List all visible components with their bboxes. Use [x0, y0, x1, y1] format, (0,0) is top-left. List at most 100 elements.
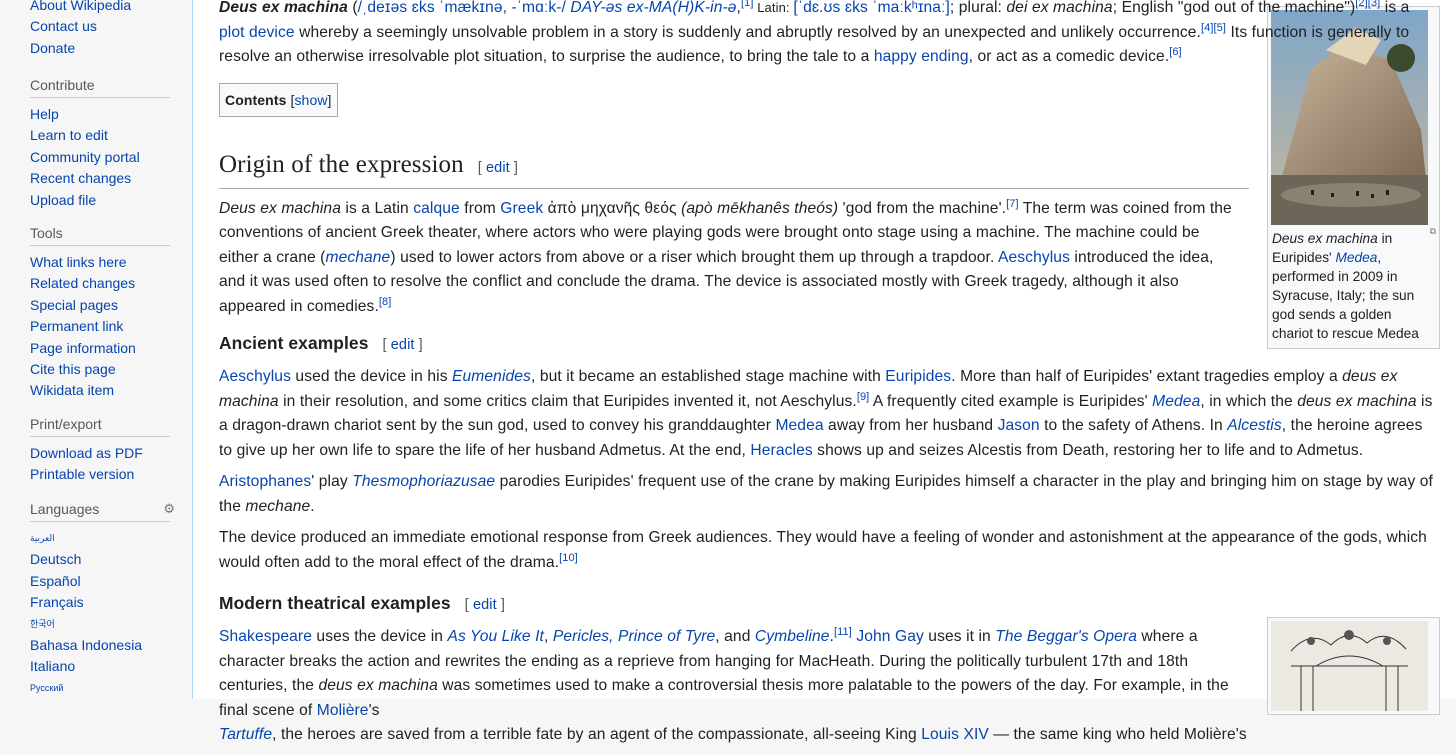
lang-francais[interactable]: Français — [30, 592, 170, 613]
edit-bracket: [ — [464, 597, 473, 613]
link-louis-xiv[interactable]: Louis XIV — [921, 726, 989, 743]
toc-show-toggle[interactable]: show — [294, 92, 327, 108]
tools-permanent-link[interactable]: Permanent link — [30, 316, 170, 337]
edit-link-origin[interactable]: edit — [486, 160, 510, 176]
ref-1[interactable]: [1] — [741, 0, 754, 9]
print-download-pdf[interactable]: Download as PDF — [30, 443, 170, 464]
link-cymbeline[interactable]: Cymbeline — [755, 628, 830, 645]
lang-russian[interactable]: Русский — [30, 678, 170, 699]
origin-text: 'god from the machine'. — [838, 199, 1007, 217]
ancient-text: . — [310, 497, 315, 515]
edit-link-ancient[interactable]: edit — [391, 337, 415, 353]
latin-label: Latin: — [753, 0, 794, 15]
link-aristophanes[interactable]: Aristophanes — [219, 473, 311, 490]
ref-10[interactable]: [10] — [559, 552, 578, 564]
link-happy-ending[interactable]: happy ending — [874, 48, 969, 65]
edit-bracket: ] — [496, 597, 505, 613]
origin-text: ) used to lower actors from above or a r… — [390, 248, 998, 266]
link-medea[interactable]: Medea — [775, 417, 823, 434]
lang-italiano[interactable]: Italiano — [30, 656, 170, 677]
ipa-latin-link[interactable]: [ˈdɛ.ʊs ɛks ˈmaːkʰɪnaː] — [793, 0, 950, 16]
print-portal: Print/export Download as PDF Printable v… — [30, 416, 170, 486]
print-heading: Print/export — [30, 416, 170, 437]
link-aeschylus-2[interactable]: Aeschylus — [219, 368, 291, 385]
lead-text: ; plural: — [949, 0, 1007, 16]
nav-donate[interactable]: Donate — [30, 38, 170, 59]
toc-title: Contents — [225, 91, 287, 108]
ref-5[interactable]: [5] — [1213, 22, 1226, 34]
tools-page-information[interactable]: Page information — [30, 338, 170, 359]
link-tartuffe[interactable]: Tartuffe — [219, 726, 272, 743]
ancient-text: , but it became an established stage mac… — [530, 368, 886, 385]
tools-related-changes[interactable]: Related changes — [30, 273, 170, 294]
lang-espanol[interactable]: Español — [30, 571, 170, 592]
link-shakespeare[interactable]: Shakespeare — [219, 628, 312, 645]
lang-arabic[interactable]: العربية — [30, 528, 170, 549]
link-mechane[interactable]: mechane — [325, 249, 390, 266]
tools-cite-this-page[interactable]: Cite this page — [30, 359, 170, 380]
ref-6[interactable]: [6] — [1169, 46, 1182, 58]
ancient-text: in their resolution, and some critics cl… — [278, 392, 857, 410]
gear-icon[interactable]: ⚙ — [163, 501, 175, 517]
ipa-english-link[interactable]: /ˌdeɪəs ɛks ˈmækɪnə, -ˈmɑːk-/ — [358, 0, 566, 16]
link-jason[interactable]: Jason — [998, 417, 1040, 434]
ref-11[interactable]: [11] — [834, 626, 852, 638]
origin-text: from — [459, 199, 501, 217]
respelling-link[interactable]: DAY-əs ex-MA(H)K-in-ə — [570, 0, 736, 16]
languages-portal: Languages ⚙ العربية Deutsch Español Fran… — [30, 501, 175, 699]
ancient-paragraph-2: Aristophanes' play Thesmophoriazusae par… — [219, 470, 1434, 519]
lang-korean[interactable]: 한국어 — [30, 614, 170, 635]
lead-paragraph: Deus ex machina (/ˌdeɪəs ɛks ˈmækɪnə, -ˈ… — [219, 0, 1434, 70]
link-medea-play[interactable]: Medea — [1152, 393, 1200, 410]
ancient-text: to the safety of Athens. In — [1039, 417, 1228, 434]
link-beggars-opera[interactable]: The Beggar's Opera — [995, 628, 1137, 645]
ref-3[interactable]: [3] — [1368, 0, 1381, 9]
tools-portal: Tools What links here Related changes Sp… — [30, 225, 170, 402]
contribute-help[interactable]: Help — [30, 104, 170, 125]
link-pericles[interactable]: Pericles, Prince of Tyre — [553, 628, 715, 645]
link-greek[interactable]: Greek — [500, 200, 543, 217]
tools-what-links-here[interactable]: What links here — [30, 252, 170, 273]
table-of-contents: Contents [show] — [219, 82, 338, 117]
link-as-you-like-it[interactable]: As You Like It — [448, 628, 544, 645]
ancient-text: A frequently cited example is Euripides' — [869, 392, 1153, 410]
ref-7[interactable]: [7] — [1006, 198, 1019, 210]
link-john-gay[interactable]: John Gay — [856, 628, 924, 645]
lang-bahasa-indonesia[interactable]: Bahasa Indonesia — [30, 635, 170, 656]
edit-link-modern[interactable]: edit — [473, 597, 497, 613]
tools-wikidata-item[interactable]: Wikidata item — [30, 380, 170, 401]
ancient-text: , in which the — [1200, 392, 1298, 410]
link-aeschylus[interactable]: Aeschylus — [998, 249, 1070, 266]
ref-2[interactable]: [2] — [1355, 0, 1368, 9]
article-content: ⧉ Deus ex machina in Euripides' Medea, p… — [192, 0, 1456, 743]
contribute-community-portal[interactable]: Community portal — [30, 147, 170, 168]
link-euripides[interactable]: Euripides — [885, 368, 951, 385]
link-moliere[interactable]: Molière — [317, 702, 369, 719]
contribute-learn-to-edit[interactable]: Learn to edit — [30, 125, 170, 146]
nav-about-wikipedia[interactable]: About Wikipedia — [30, 0, 170, 16]
lang-deutsch[interactable]: Deutsch — [30, 549, 170, 570]
contribute-upload-file[interactable]: Upload file — [30, 190, 170, 211]
lead-text: ; English "god out of the machine") — [1112, 0, 1356, 16]
ref-8[interactable]: [8] — [379, 296, 392, 308]
link-alcestis[interactable]: Alcestis — [1227, 417, 1282, 434]
link-calque[interactable]: calque — [413, 200, 460, 217]
modern-text: 's — [368, 701, 380, 719]
modern-text: uses it in — [923, 628, 996, 645]
link-eumenides[interactable]: Eumenides — [452, 368, 531, 385]
ref-4[interactable]: [4] — [1201, 22, 1214, 34]
edit-bracket: ] — [414, 337, 423, 353]
nav-contact-us[interactable]: Contact us — [30, 16, 170, 37]
tools-special-pages[interactable]: Special pages — [30, 295, 170, 316]
edit-section-ancient: [ edit ] — [382, 337, 422, 353]
origin-text: ἀπὸ μηχανῆς θεός — [543, 199, 682, 217]
print-printable-version[interactable]: Printable version — [30, 464, 170, 485]
origin-term: Deus ex machina — [219, 199, 341, 217]
contribute-recent-changes[interactable]: Recent changes — [30, 168, 170, 189]
link-plot-device[interactable]: plot device — [219, 24, 295, 41]
tools-heading: Tools — [30, 225, 170, 246]
ref-9[interactable]: [9] — [857, 391, 870, 403]
link-thesmophoriazusae[interactable]: Thesmophoriazusae — [352, 473, 495, 490]
contribute-portal: Contribute Help Learn to edit Community … — [30, 77, 170, 211]
link-heracles[interactable]: Heracles — [750, 442, 812, 459]
